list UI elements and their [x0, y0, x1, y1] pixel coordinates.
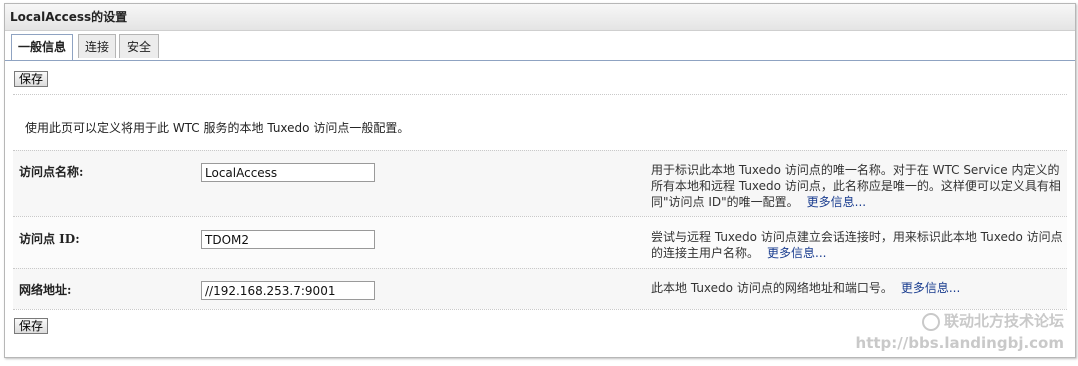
- network-address-input[interactable]: [201, 281, 375, 300]
- forum-logo-icon: [921, 312, 940, 331]
- network-address-help-text: 此本地 Tuxedo 访问点的网络地址和端口号。: [651, 281, 893, 295]
- tab-security[interactable]: 安全: [119, 34, 159, 58]
- tab-underline: [5, 60, 1075, 61]
- more-info-link-name[interactable]: 更多信息...: [807, 195, 866, 209]
- network-address-label: 网络地址:: [19, 283, 72, 297]
- form-row-network-address: 网络地址: 此本地 Tuxedo 访问点的网络地址和端口号。更多信息...: [13, 268, 1067, 309]
- watermark-title: 联动北方技术论坛: [943, 312, 1064, 330]
- access-point-name-help: 用于标识此本地 Tuxedo 访问点的唯一名称。对于在 WTC Service …: [651, 162, 1063, 210]
- access-point-name-label: 访问点名称:: [19, 165, 84, 179]
- access-point-id-label: 访问点 ID:: [19, 232, 80, 246]
- panel-title: LocalAccess的设置: [5, 4, 1075, 31]
- watermark-url: http://bbs.landingbj.com: [855, 334, 1064, 352]
- settings-panel: LocalAccess的设置 一般信息 连接 安全 保存 使用此页可以定义将用于…: [4, 3, 1076, 358]
- access-point-id-help: 尝试与远程 Tuxedo 访问点建立会话连接时，用来标识此本地 Tuxedo 访…: [651, 229, 1063, 261]
- form-row-access-point-name: 访问点名称: 用于标识此本地 Tuxedo 访问点的唯一名称。对于在 WTC S…: [13, 150, 1067, 216]
- more-info-link-id[interactable]: 更多信息...: [767, 246, 826, 260]
- page-description: 使用此页可以定义将用于此 WTC 服务的本地 Tuxedo 访问点一般配置。: [25, 121, 410, 135]
- save-button-bottom[interactable]: 保存: [14, 318, 49, 334]
- access-point-id-help-text: 尝试与远程 Tuxedo 访问点建立会话连接时，用来标识此本地 Tuxedo 访…: [651, 230, 1063, 260]
- network-address-help: 此本地 Tuxedo 访问点的网络地址和端口号。 更多信息...: [651, 280, 1063, 296]
- form-row-access-point-id: 访问点 ID: 尝试与远程 Tuxedo 访问点建立会话连接时，用来标识此本地 …: [13, 216, 1067, 269]
- tab-connections[interactable]: 连接: [78, 34, 116, 58]
- divider: [13, 94, 1067, 95]
- watermark: 联动北方技术论坛 http://bbs.landingbj.com: [856, 310, 1064, 354]
- access-point-name-input[interactable]: [201, 163, 375, 182]
- save-button-top[interactable]: 保存: [14, 71, 49, 87]
- tab-general[interactable]: 一般信息: [11, 34, 73, 60]
- more-info-link-address[interactable]: 更多信息...: [901, 281, 960, 295]
- access-point-id-input[interactable]: [201, 230, 375, 249]
- watermark-line1: 联动北方技术论坛: [856, 310, 1064, 332]
